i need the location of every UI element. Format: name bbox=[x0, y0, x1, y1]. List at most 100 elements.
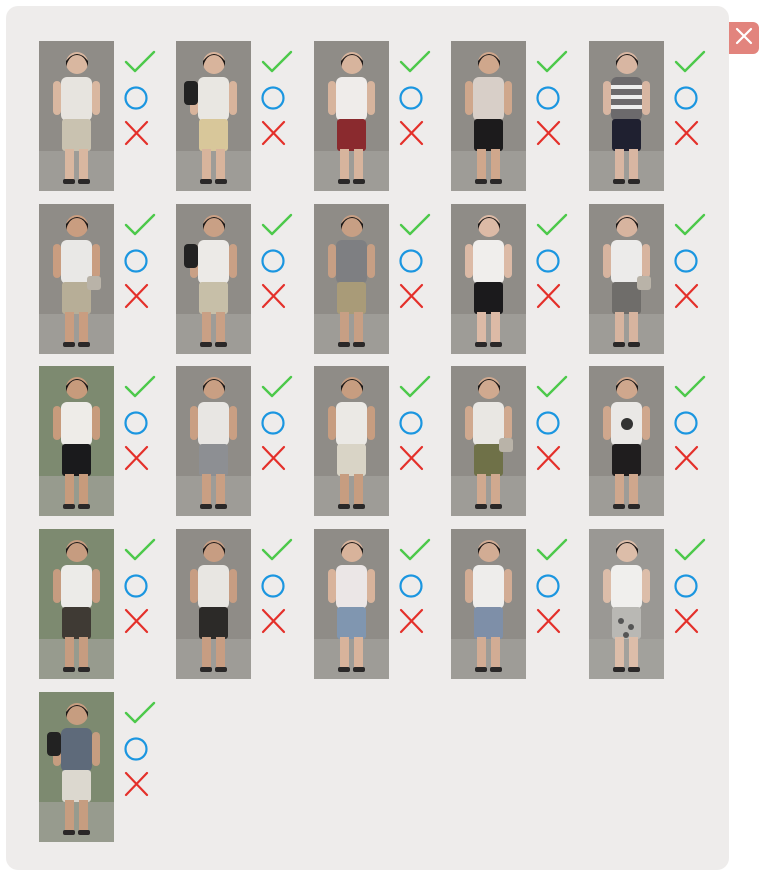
result-item bbox=[39, 41, 169, 193]
person-thumbnail[interactable] bbox=[176, 366, 251, 516]
check-icon[interactable] bbox=[123, 535, 157, 565]
person-thumbnail[interactable] bbox=[176, 204, 251, 354]
circle-icon[interactable] bbox=[260, 83, 294, 113]
person-thumbnail[interactable] bbox=[39, 692, 114, 842]
check-icon[interactable] bbox=[260, 210, 294, 240]
person-thumbnail[interactable] bbox=[39, 366, 114, 516]
check-icon[interactable] bbox=[398, 372, 432, 402]
circle-icon[interactable] bbox=[398, 571, 432, 601]
cross-icon[interactable] bbox=[123, 443, 157, 473]
check-icon[interactable] bbox=[398, 535, 432, 565]
check-icon[interactable] bbox=[673, 47, 707, 77]
result-item bbox=[39, 204, 169, 356]
circle-icon[interactable] bbox=[398, 246, 432, 276]
cross-icon[interactable] bbox=[398, 443, 432, 473]
check-icon[interactable] bbox=[673, 210, 707, 240]
circle-icon[interactable] bbox=[398, 83, 432, 113]
person-thumbnail[interactable] bbox=[314, 41, 389, 191]
cross-icon[interactable] bbox=[673, 443, 707, 473]
check-icon[interactable] bbox=[260, 372, 294, 402]
circle-icon[interactable] bbox=[535, 246, 569, 276]
cross-icon[interactable] bbox=[260, 606, 294, 636]
result-item bbox=[589, 529, 719, 681]
check-icon[interactable] bbox=[535, 47, 569, 77]
person-thumbnail[interactable] bbox=[451, 529, 526, 679]
circle-icon[interactable] bbox=[398, 408, 432, 438]
check-icon[interactable] bbox=[535, 210, 569, 240]
person-thumbnail[interactable] bbox=[589, 41, 664, 191]
check-icon[interactable] bbox=[123, 372, 157, 402]
circle-icon[interactable] bbox=[123, 246, 157, 276]
circle-icon[interactable] bbox=[123, 408, 157, 438]
check-icon[interactable] bbox=[398, 47, 432, 77]
circle-icon[interactable] bbox=[260, 246, 294, 276]
cross-icon[interactable] bbox=[535, 443, 569, 473]
circle-icon[interactable] bbox=[260, 571, 294, 601]
check-icon[interactable] bbox=[260, 535, 294, 565]
person-thumbnail[interactable] bbox=[176, 529, 251, 679]
person-thumbnail[interactable] bbox=[39, 204, 114, 354]
check-icon[interactable] bbox=[260, 47, 294, 77]
result-item bbox=[314, 41, 444, 193]
cross-icon[interactable] bbox=[673, 118, 707, 148]
result-item bbox=[314, 529, 444, 681]
person-thumbnail[interactable] bbox=[589, 529, 664, 679]
cross-icon[interactable] bbox=[260, 443, 294, 473]
person-thumbnail[interactable] bbox=[589, 366, 664, 516]
person-thumbnail[interactable] bbox=[39, 41, 114, 191]
circle-icon[interactable] bbox=[123, 571, 157, 601]
result-item bbox=[314, 204, 444, 356]
circle-icon[interactable] bbox=[535, 408, 569, 438]
check-icon[interactable] bbox=[123, 210, 157, 240]
circle-icon[interactable] bbox=[673, 571, 707, 601]
cross-icon[interactable] bbox=[260, 281, 294, 311]
check-icon[interactable] bbox=[123, 47, 157, 77]
person-thumbnail[interactable] bbox=[589, 204, 664, 354]
result-item bbox=[176, 366, 306, 518]
person-thumbnail[interactable] bbox=[451, 204, 526, 354]
cross-icon[interactable] bbox=[535, 606, 569, 636]
person-thumbnail[interactable] bbox=[314, 529, 389, 679]
circle-icon[interactable] bbox=[535, 83, 569, 113]
cross-icon[interactable] bbox=[398, 118, 432, 148]
person-thumbnail[interactable] bbox=[314, 204, 389, 354]
cross-icon[interactable] bbox=[123, 769, 157, 799]
check-icon[interactable] bbox=[535, 372, 569, 402]
result-item bbox=[451, 41, 581, 193]
check-icon[interactable] bbox=[123, 698, 157, 728]
cross-icon[interactable] bbox=[535, 118, 569, 148]
person-thumbnail[interactable] bbox=[451, 41, 526, 191]
result-item bbox=[176, 529, 306, 681]
person-thumbnail[interactable] bbox=[314, 366, 389, 516]
cross-icon[interactable] bbox=[123, 606, 157, 636]
person-thumbnail[interactable] bbox=[451, 366, 526, 516]
cross-icon[interactable] bbox=[123, 118, 157, 148]
cross-icon[interactable] bbox=[398, 281, 432, 311]
cross-icon[interactable] bbox=[123, 281, 157, 311]
circle-icon[interactable] bbox=[260, 408, 294, 438]
close-button[interactable] bbox=[729, 22, 759, 54]
cross-icon[interactable] bbox=[260, 118, 294, 148]
result-item bbox=[39, 529, 169, 681]
circle-icon[interactable] bbox=[673, 83, 707, 113]
cross-icon[interactable] bbox=[673, 606, 707, 636]
image-grid bbox=[6, 6, 729, 870]
cross-icon[interactable] bbox=[535, 281, 569, 311]
check-icon[interactable] bbox=[398, 210, 432, 240]
circle-icon[interactable] bbox=[535, 571, 569, 601]
circle-icon[interactable] bbox=[123, 734, 157, 764]
check-icon[interactable] bbox=[535, 535, 569, 565]
cross-icon[interactable] bbox=[673, 281, 707, 311]
circle-icon[interactable] bbox=[123, 83, 157, 113]
check-icon[interactable] bbox=[673, 372, 707, 402]
result-item bbox=[176, 41, 306, 193]
check-icon[interactable] bbox=[673, 535, 707, 565]
circle-icon[interactable] bbox=[673, 408, 707, 438]
person-thumbnail[interactable] bbox=[176, 41, 251, 191]
result-item bbox=[39, 366, 169, 518]
cross-icon[interactable] bbox=[398, 606, 432, 636]
circle-icon[interactable] bbox=[673, 246, 707, 276]
result-item bbox=[176, 204, 306, 356]
person-thumbnail[interactable] bbox=[39, 529, 114, 679]
result-item bbox=[589, 204, 719, 356]
